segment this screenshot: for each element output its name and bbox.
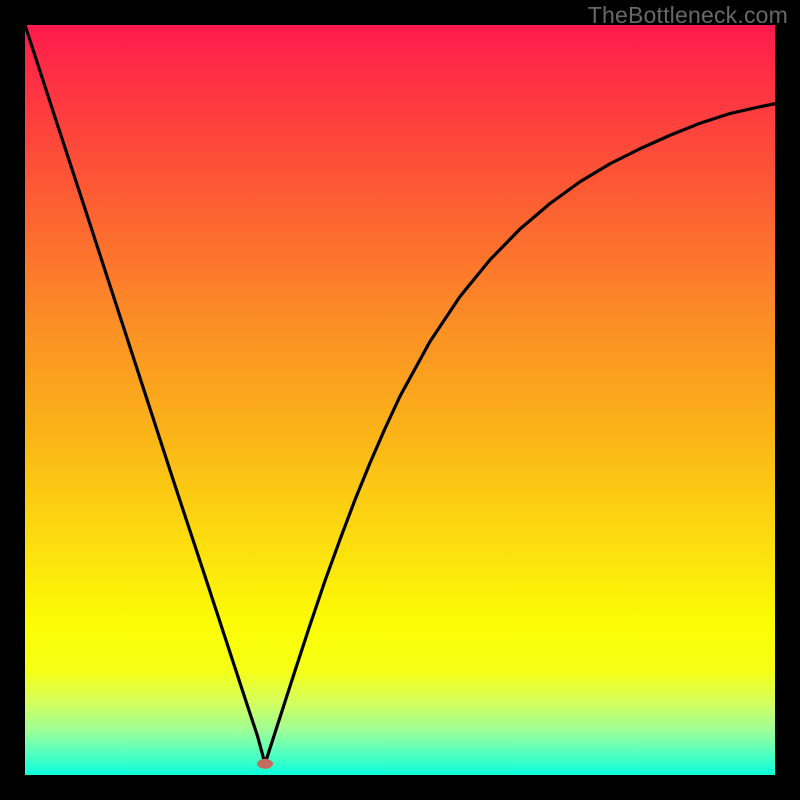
minimum-marker [257,759,273,769]
chart-frame: TheBottleneck.com [0,0,800,800]
watermark-text: TheBottleneck.com [588,2,788,29]
bottleneck-chart [25,25,775,775]
